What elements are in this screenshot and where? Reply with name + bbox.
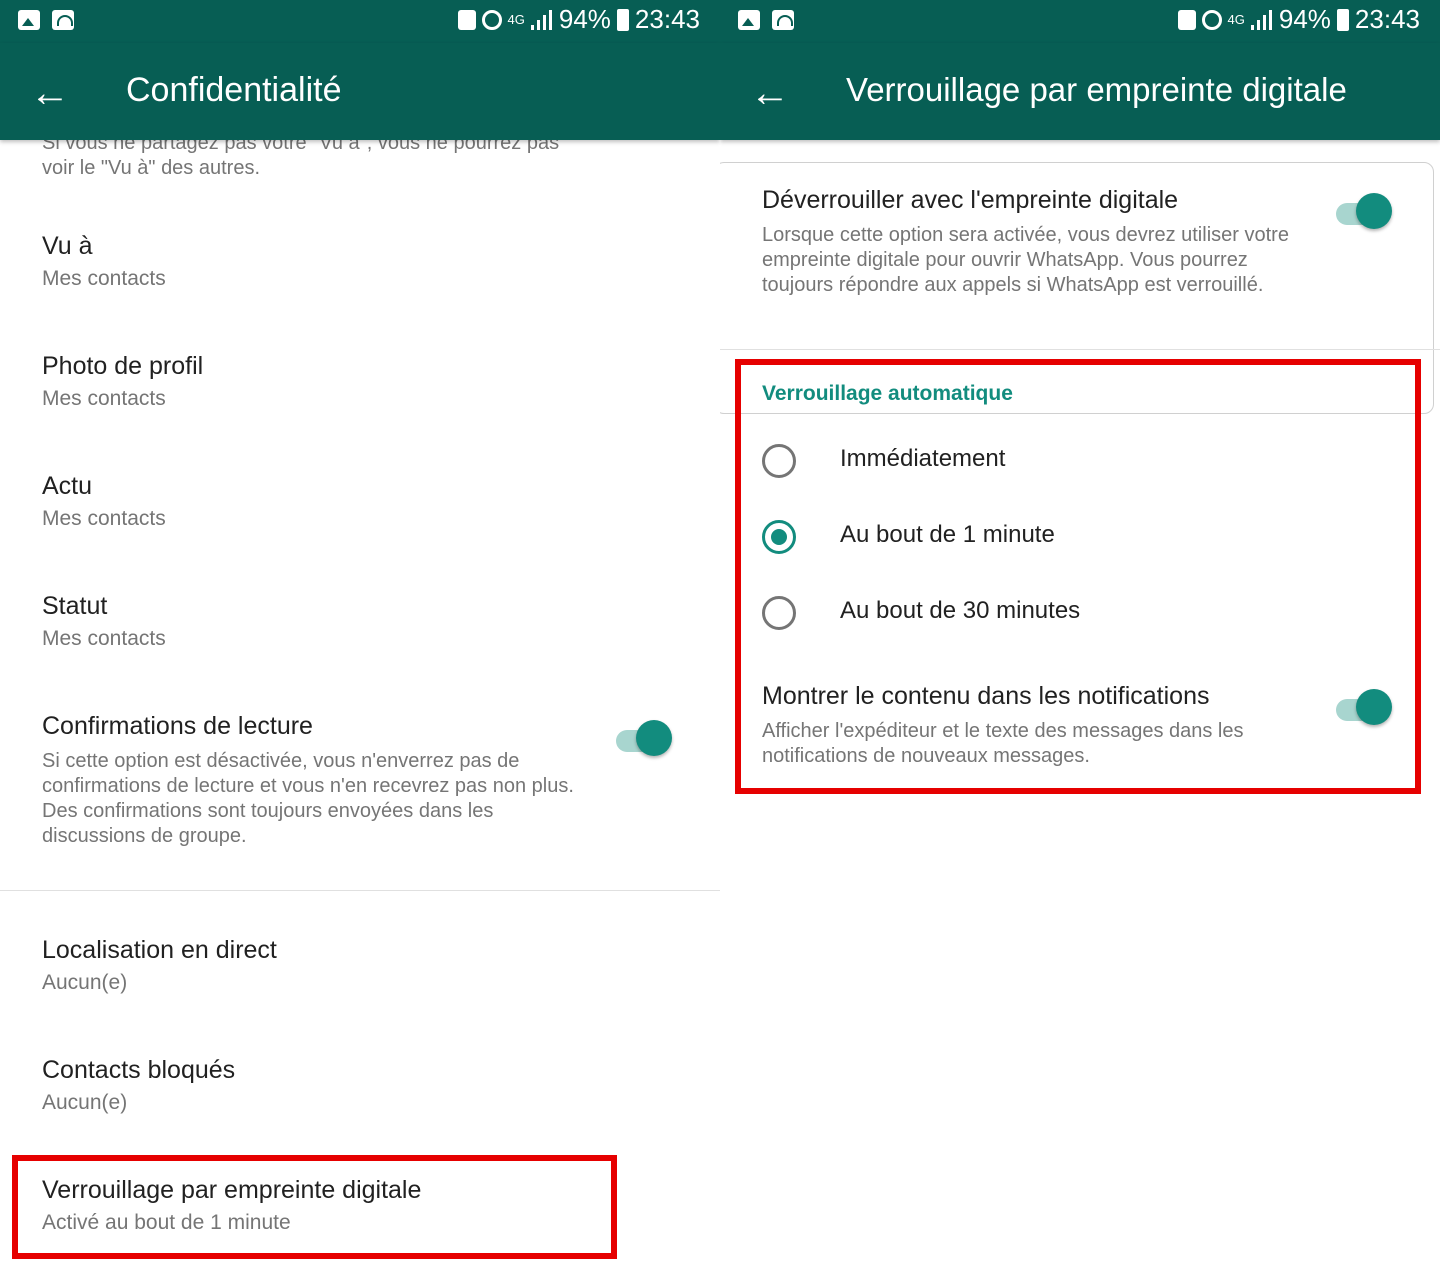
status-bar: 4G 94% 23:43 — [720, 0, 1440, 43]
divider — [0, 890, 720, 891]
setting-value: Aucun(e) — [42, 1091, 128, 1114]
setting-title: Contacts bloqués — [42, 1056, 236, 1084]
page-title: Confidentialité — [126, 71, 342, 109]
status-bar: 4G 94% 23:43 — [0, 0, 720, 43]
setting-title: Statut — [42, 592, 108, 620]
battery-icon — [616, 8, 629, 31]
setting-profile-photo[interactable]: Photo de profil Mes contacts — [42, 352, 602, 411]
setting-title: Localisation en direct — [42, 936, 277, 964]
setting-live-location[interactable]: Localisation en direct Aucun(e) — [42, 936, 602, 995]
setting-status[interactable]: Statut Mes contacts — [42, 592, 602, 651]
setting-value: Aucun(e) — [42, 971, 128, 994]
page-title: Verrouillage par empreinte digitale — [846, 71, 1347, 108]
gallery-icon — [18, 10, 40, 30]
wifi-icon — [772, 10, 794, 30]
setting-description: Si cette option est désactivée, vous n'e… — [42, 750, 574, 847]
app-bar: ← Confidentialité — [0, 43, 720, 140]
battery-saver-icon — [1177, 9, 1196, 30]
fingerprint-unlock-toggle[interactable] — [1334, 191, 1394, 231]
privacy-screen: 4G 94% 23:43 ← Confidentialité Si vous n… — [0, 0, 720, 1280]
wifi-icon — [52, 10, 74, 30]
setting-value: Mes contacts — [42, 627, 166, 650]
read-receipts-toggle[interactable] — [614, 718, 674, 758]
setting-value: Mes contacts — [42, 507, 166, 530]
setting-title: Actu — [42, 472, 93, 500]
divider — [720, 349, 1440, 350]
back-arrow-icon[interactable]: ← — [746, 69, 794, 117]
back-arrow-icon[interactable]: ← — [26, 69, 74, 117]
fingerprint-lock-screen: 4G 94% 23:43 ← Verrouillage par empreint… — [720, 0, 1440, 1280]
setting-read-receipts[interactable]: Confirmations de lecture Si cette option… — [42, 712, 582, 849]
battery-icon — [1336, 8, 1349, 31]
setting-description: Lorsque cette option sera activée, vous … — [762, 224, 1289, 296]
app-bar: ← Verrouillage par empreinte digitale — [720, 43, 1440, 140]
gallery-icon — [738, 10, 760, 30]
setting-title: Vu à — [42, 232, 93, 260]
battery-saver-icon — [457, 9, 476, 30]
setting-title: Photo de profil — [42, 352, 204, 380]
setting-fingerprint-unlock[interactable]: Déverrouiller avec l'empreinte digitale … — [762, 186, 1302, 298]
clock: 23:43 — [634, 4, 700, 34]
network-type: 4G — [1227, 12, 1245, 27]
setting-value: Mes contacts — [42, 267, 166, 290]
setting-title: Confirmations de lecture — [42, 712, 313, 740]
battery-percent: 94% — [1278, 4, 1331, 34]
alarm-icon — [481, 9, 502, 30]
setting-title: Déverrouiller avec l'empreinte digitale — [762, 186, 1179, 214]
setting-value: Mes contacts — [42, 387, 166, 410]
setting-about[interactable]: Actu Mes contacts — [42, 472, 602, 531]
signal-icon — [530, 9, 553, 30]
alarm-icon — [1201, 9, 1222, 30]
highlight-box — [12, 1155, 617, 1259]
signal-icon — [1250, 9, 1273, 30]
setting-last-seen[interactable]: Vu à Mes contacts — [42, 232, 602, 291]
battery-percent: 94% — [558, 4, 611, 34]
setting-blocked-contacts[interactable]: Contacts bloqués Aucun(e) — [42, 1056, 602, 1115]
clock: 23:43 — [1354, 4, 1420, 34]
highlight-box — [735, 359, 1421, 794]
network-type: 4G — [507, 12, 525, 27]
